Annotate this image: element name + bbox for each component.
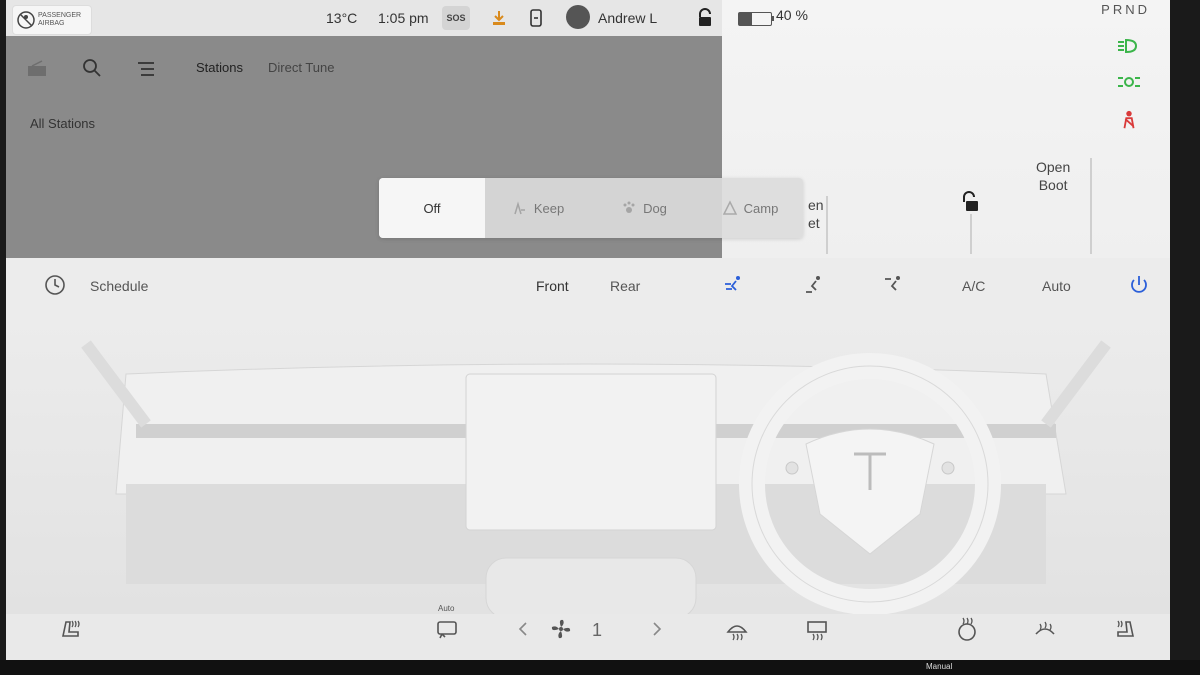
mode-camp[interactable]: Camp (697, 178, 803, 238)
battery-indicator: 40 % (722, 0, 842, 36)
tab-direct-tune[interactable]: Direct Tune (268, 60, 334, 75)
bonnet-label-line1: en (808, 197, 824, 213)
clock-icon[interactable] (44, 274, 66, 296)
airbag-off-icon (17, 11, 35, 29)
airflow-feet-icon[interactable] (802, 274, 824, 296)
clock: 1:05 pm (378, 10, 429, 26)
mode-keep-label: Keep (533, 200, 565, 216)
section-title: All Stations (30, 116, 96, 131)
auto-climate-button[interactable]: Auto (1042, 278, 1071, 294)
airflow-windshield-icon[interactable] (882, 274, 904, 296)
mode-off[interactable]: Off (379, 178, 485, 238)
dashboard-illustration (81, 340, 1111, 619)
gear-indicator: PRND (1101, 2, 1150, 17)
open-boot-label-line2: Boot (1038, 177, 1068, 193)
tent-icon (722, 200, 737, 215)
mode-camp-label: Camp (743, 200, 779, 216)
outside-temperature: 13°C (326, 10, 358, 26)
headlight-icon (1118, 38, 1138, 54)
power-icon[interactable] (1128, 274, 1150, 296)
seatbelt-warning-icon (1123, 110, 1135, 129)
mode-dog-label: Dog (643, 200, 667, 216)
climate-mode-selector: Off Keep Dog Camp (379, 178, 803, 238)
wiper-defrost-icon[interactable] (1032, 616, 1058, 642)
status-bar: PASSENGER AIRBAG 13°C 1:05 pm SOS Andrew… (6, 0, 722, 36)
passenger-seat-heater-icon[interactable] (1112, 616, 1138, 642)
battery-percent: 40 % (776, 7, 808, 23)
mode-keep[interactable]: Keep (485, 178, 591, 238)
download-icon[interactable] (490, 9, 508, 27)
auto-recirc-label: Auto (438, 604, 455, 613)
airbag-label-line1: PASSENGER (38, 12, 82, 19)
ac-button[interactable]: A/C (962, 278, 985, 294)
paw-icon (623, 201, 635, 213)
driver-seat-heater-icon[interactable] (58, 616, 84, 642)
steering-wheel-heater-icon[interactable] (954, 616, 980, 642)
fan-speed-value: 1 (592, 620, 603, 640)
passenger-airbag-indicator: PASSENGER AIRBAG (12, 5, 92, 35)
bonnet-label-line2: et (808, 215, 820, 231)
rear-zone-button[interactable]: Rear (610, 278, 640, 294)
fan-decrease-icon[interactable] (516, 616, 530, 642)
battery-icon (738, 12, 772, 26)
avatar[interactable] (566, 5, 590, 29)
cabin-interior-view (6, 314, 1170, 619)
radio-source-icon[interactable] (26, 60, 48, 78)
manual-label: Manual (926, 662, 953, 671)
climate-toolbar: Schedule Front Rear A/C Auto (6, 258, 1170, 314)
app-dock: Manual (0, 660, 1200, 675)
open-bonnet-button[interactable]: en et (808, 196, 824, 232)
fan-increase-icon[interactable] (650, 616, 664, 642)
driver-profile-name[interactable]: Andrew L (598, 10, 657, 26)
bonnet-callout-line (826, 196, 828, 254)
lock-callout-line (970, 214, 972, 254)
unlock-icon[interactable] (960, 190, 982, 214)
queue-icon[interactable] (136, 60, 156, 78)
schedule-button[interactable]: Schedule (90, 278, 148, 294)
open-boot-label-line1: Open (1036, 159, 1071, 175)
lock-status-icon[interactable] (696, 8, 714, 28)
front-defrost-icon[interactable] (724, 616, 750, 642)
fan-icon (551, 619, 571, 639)
airbag-label-line2: AIRBAG (38, 20, 65, 27)
recirculation-icon[interactable] (434, 616, 460, 642)
open-boot-button[interactable]: Open Boot (1036, 158, 1070, 194)
front-zone-button[interactable]: Front (536, 278, 569, 294)
parking-light-icon (1118, 77, 1140, 87)
rear-defrost-icon[interactable] (804, 616, 830, 642)
tab-stations[interactable]: Stations (196, 60, 243, 75)
phone-key-icon[interactable] (528, 8, 544, 28)
sos-button[interactable]: SOS (442, 6, 470, 30)
mode-off-label: Off (423, 200, 441, 216)
battery-tip (772, 16, 774, 21)
airflow-face-icon[interactable] (722, 274, 744, 296)
bottom-climate-controls: Auto 1 (6, 604, 1170, 660)
boot-callout-line (1090, 158, 1092, 254)
search-icon[interactable] (82, 58, 102, 78)
tesla-screen: PRND en et Open Boot PASSENGER AIRBAG 13… (6, 0, 1170, 660)
mode-dog[interactable]: Dog (591, 178, 697, 238)
fan-icon (514, 201, 525, 215)
